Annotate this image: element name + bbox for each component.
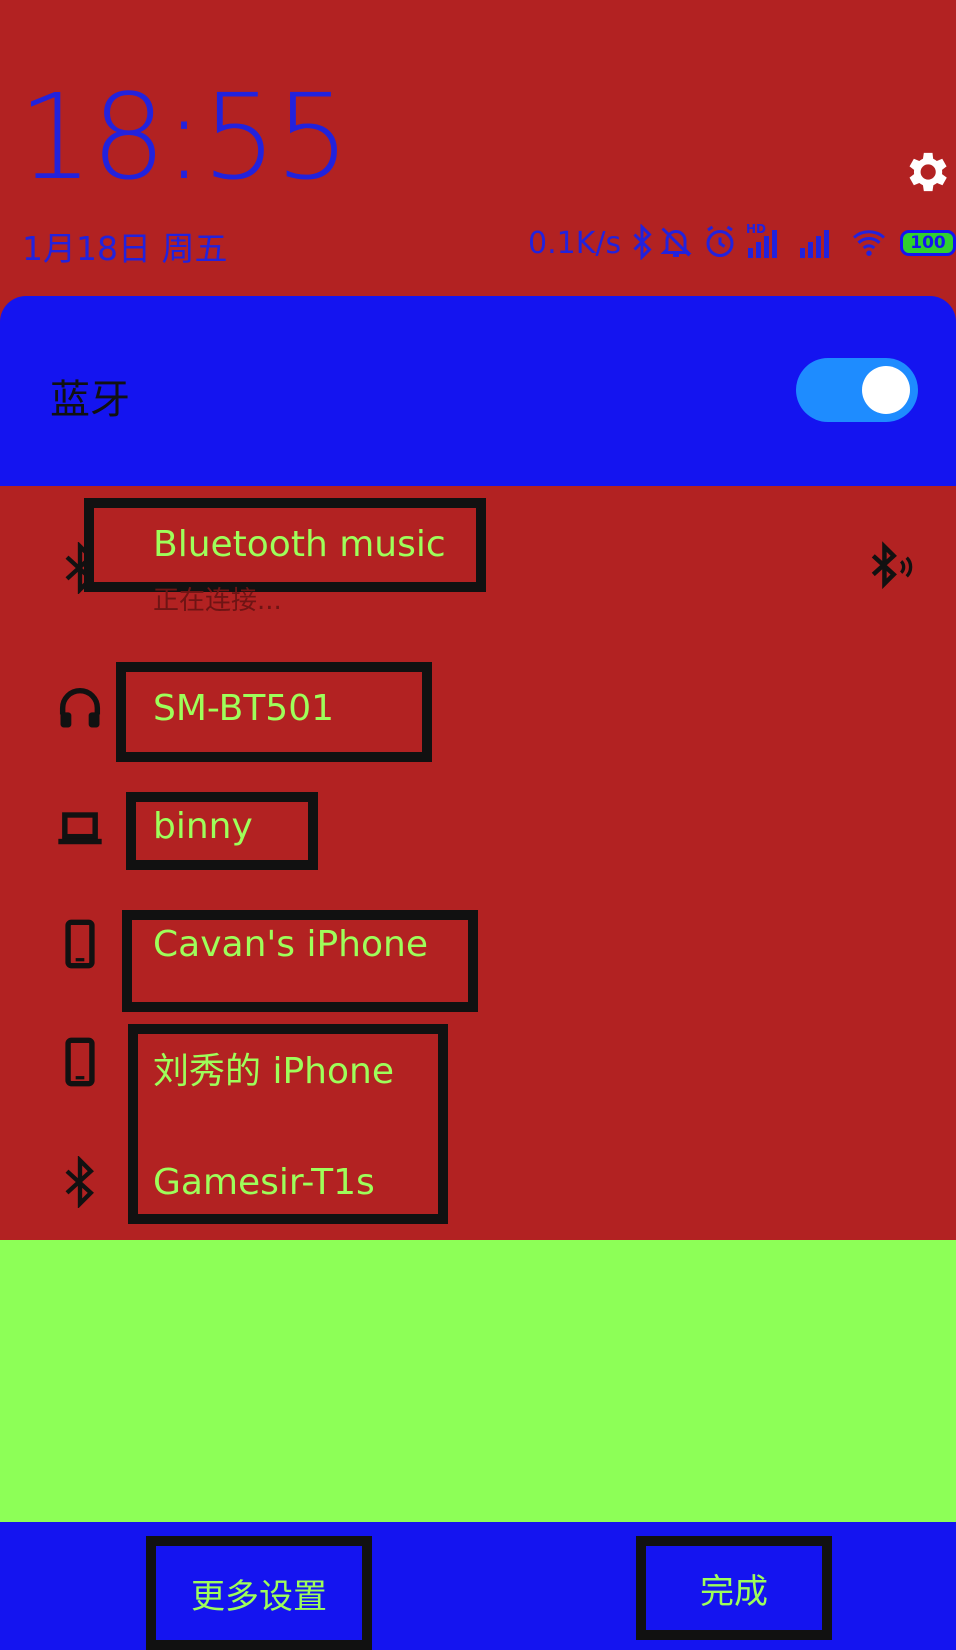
bell-muted-icon (660, 227, 692, 257)
device-name: Gamesir-T1s (153, 1162, 375, 1203)
wifi-icon (853, 230, 885, 256)
bluetooth-toggle[interactable] (796, 358, 918, 422)
done-button[interactable]: 完成 (636, 1536, 832, 1640)
date: 1月18日 周五 (22, 229, 228, 268)
signal-icon (800, 230, 829, 258)
device-status: 正在连接... (153, 586, 282, 616)
bluetooth-title: 蓝牙 (50, 377, 130, 423)
battery-icon: 100 (900, 230, 956, 256)
phone-icon (65, 919, 95, 969)
hd-signal-icon: HD (746, 222, 786, 260)
more-settings-button[interactable]: 更多设置 (146, 1536, 372, 1650)
clock: 18:55 (18, 68, 350, 206)
more-settings-label: 更多设置 (191, 1576, 327, 1617)
device-name: 刘秀的 iPhone (153, 1051, 394, 1092)
device-name: SM-BT501 (153, 688, 335, 729)
bluetooth-icon (65, 1156, 94, 1208)
device-name: Bluetooth music (153, 524, 446, 565)
headphones-icon (59, 687, 101, 728)
gear-icon[interactable] (900, 146, 952, 198)
alarm-icon (706, 225, 734, 257)
net-speed: 0.1K/s (528, 226, 622, 261)
toggle-knob (862, 366, 910, 414)
done-label: 完成 (700, 1571, 768, 1612)
battery-level: 100 (910, 233, 946, 253)
phone-icon (65, 1037, 95, 1087)
device-name: binny (153, 806, 253, 847)
device-name: Cavan's iPhone (153, 924, 428, 965)
empty-area (0, 1240, 956, 1522)
bluetooth-audio-icon[interactable] (864, 540, 916, 594)
laptop-icon (58, 812, 102, 845)
bluetooth-status-icon (633, 224, 652, 260)
